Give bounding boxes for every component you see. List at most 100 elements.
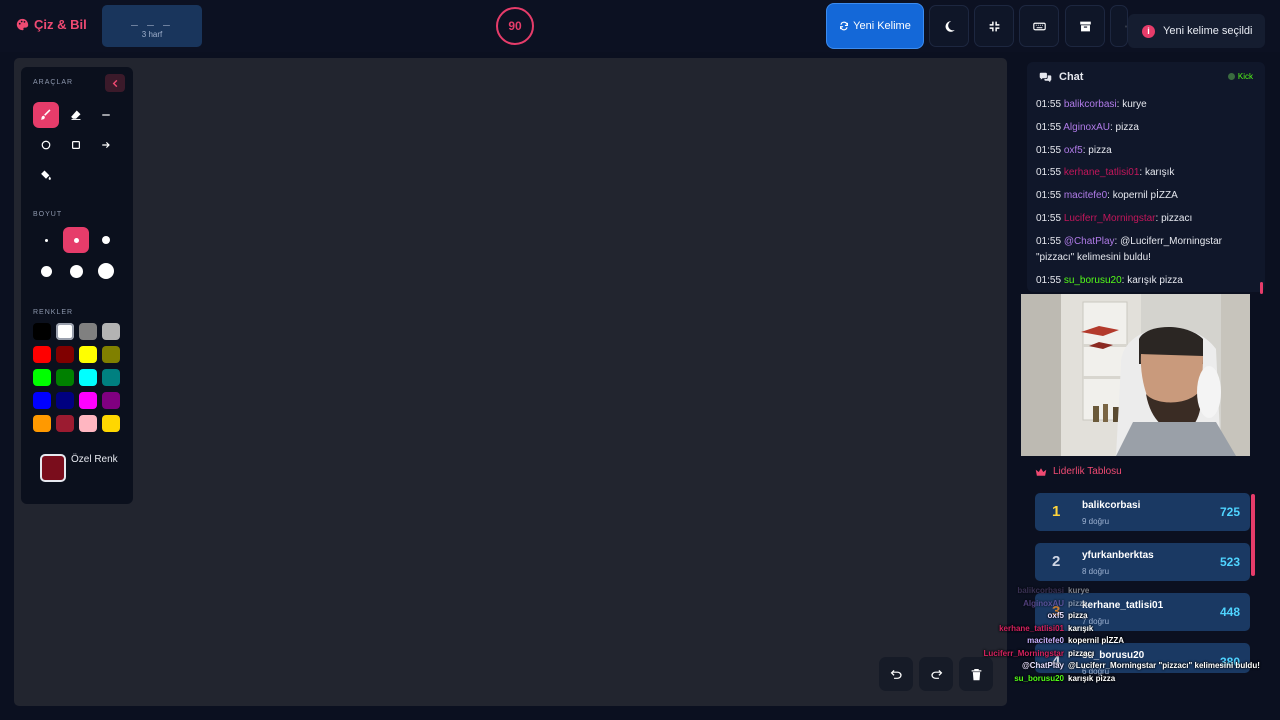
color-swatch[interactable] bbox=[102, 415, 120, 432]
platform-badge: Kick bbox=[1227, 72, 1253, 81]
brush-tool[interactable] bbox=[33, 102, 59, 128]
brush-icon bbox=[40, 109, 51, 120]
keyboard-button[interactable] bbox=[1019, 5, 1059, 47]
chat-header: Chat bbox=[1039, 71, 1083, 83]
leaderboard-name: kerhane_tatlisi01 bbox=[1082, 600, 1164, 611]
chat-messages: 01:55 balikcorbasi: kurye 01:55 AlginoxAU… bbox=[1036, 97, 1258, 292]
leaderboard-score: 725 bbox=[1219, 505, 1240, 519]
color-swatch[interactable] bbox=[79, 346, 97, 363]
app-title: Çiz & Bil bbox=[34, 17, 87, 32]
overlay-username: macitefe0 bbox=[1027, 636, 1064, 645]
line-tool[interactable] bbox=[93, 102, 119, 128]
chat-message-text: pizza bbox=[1115, 121, 1139, 133]
undo-icon bbox=[890, 669, 902, 679]
chat-message: 01:55 oxf5: pizza bbox=[1036, 143, 1258, 159]
size-dot bbox=[98, 263, 114, 279]
undo-button[interactable] bbox=[879, 657, 913, 691]
redo-icon bbox=[930, 669, 942, 679]
rectangle-tool[interactable] bbox=[63, 132, 89, 158]
brush-size-5[interactable] bbox=[63, 258, 89, 284]
color-swatch[interactable] bbox=[56, 392, 74, 409]
tool-panel: ARAÇLAR BOYUT RENKLER Özel Renk bbox=[21, 67, 133, 504]
chat-message: 01:55 balikcorbasi: kurye bbox=[1036, 97, 1258, 113]
overlay-username: AlginoxAU bbox=[1023, 598, 1064, 608]
tools-section-title: ARAÇLAR bbox=[33, 79, 74, 86]
chat-username[interactable]: Luciferr_Morningstar bbox=[1064, 213, 1156, 224]
chat-message-time: 01:55 bbox=[1036, 121, 1062, 133]
chat-username[interactable]: macitefe0 bbox=[1064, 190, 1107, 201]
chat-username[interactable]: su_borusu20 bbox=[1064, 275, 1122, 286]
chat-username[interactable]: @ChatPlay bbox=[1064, 236, 1115, 247]
color-swatch[interactable] bbox=[56, 415, 74, 432]
color-swatch[interactable] bbox=[33, 415, 51, 432]
brush-size-4[interactable] bbox=[33, 258, 59, 284]
leaderboard-rank: 2 bbox=[1052, 553, 1061, 570]
chat-message-time: 01:55 bbox=[1036, 190, 1062, 202]
word-letter-count: 3 harf bbox=[141, 30, 163, 39]
chevron-left-icon bbox=[112, 79, 117, 87]
moon-icon bbox=[945, 20, 955, 32]
arrow-tool[interactable] bbox=[93, 132, 119, 158]
brush-size-2[interactable] bbox=[63, 227, 89, 253]
chat-scrollbar[interactable] bbox=[1260, 282, 1263, 294]
chat-username[interactable]: kerhane_tatlisi01 bbox=[1064, 167, 1140, 178]
chat-message-text: karışık bbox=[1144, 167, 1175, 179]
chat-message-text: kurye bbox=[1122, 99, 1147, 110]
overlay-username: @ChatPlay bbox=[1021, 661, 1064, 670]
drawing-canvas[interactable] bbox=[14, 58, 1007, 706]
color-swatch[interactable] bbox=[33, 369, 51, 386]
info-button[interactable] bbox=[1110, 5, 1128, 47]
color-swatch[interactable] bbox=[79, 392, 97, 409]
custom-color-button[interactable] bbox=[40, 454, 66, 482]
size-dot bbox=[40, 265, 52, 277]
color-swatch[interactable] bbox=[79, 369, 97, 386]
chat-username[interactable]: oxf5 bbox=[1064, 145, 1083, 156]
leaderboard-correct-count: 9 doğru bbox=[1082, 517, 1110, 526]
arrow-right-icon bbox=[102, 141, 110, 149]
color-swatch[interactable] bbox=[56, 369, 74, 386]
circle-tool[interactable] bbox=[33, 132, 59, 158]
color-swatch[interactable] bbox=[102, 323, 120, 340]
redo-button[interactable] bbox=[919, 657, 953, 691]
color-swatch[interactable] bbox=[102, 369, 120, 386]
theme-toggle-button[interactable] bbox=[929, 5, 969, 47]
color-swatch[interactable] bbox=[56, 346, 74, 363]
size-section-title: BOYUT bbox=[33, 211, 63, 218]
color-swatch[interactable] bbox=[102, 346, 120, 363]
brush-size-3[interactable] bbox=[93, 227, 119, 253]
clear-canvas-button[interactable] bbox=[959, 657, 993, 691]
color-swatch[interactable] bbox=[33, 346, 51, 363]
chat-username[interactable]: balikcorbasi bbox=[1064, 99, 1117, 110]
comments-icon bbox=[1039, 72, 1052, 82]
collapse-panel-button[interactable] bbox=[105, 74, 125, 92]
fill-tool[interactable] bbox=[33, 162, 59, 188]
leaderboard-scrollbar[interactable] bbox=[1251, 494, 1255, 576]
new-word-button[interactable]: Yeni Kelime bbox=[826, 3, 924, 49]
chat-message-time: 01:55 bbox=[1036, 212, 1062, 224]
archive-button[interactable] bbox=[1065, 5, 1105, 47]
leaderboard-title: Liderlik Tablosu bbox=[1035, 466, 1122, 477]
notification-toast: i Yeni kelime seçildi bbox=[1128, 14, 1265, 48]
refresh-icon bbox=[840, 21, 849, 31]
palette-icon bbox=[16, 18, 29, 31]
brush-size-1[interactable] bbox=[33, 227, 59, 253]
overlay-username: su_borusu20 bbox=[1014, 673, 1064, 683]
fullscreen-button[interactable] bbox=[974, 5, 1014, 47]
overlay-username: oxf5 bbox=[1047, 611, 1064, 620]
webcam-image bbox=[1021, 294, 1250, 456]
color-swatch[interactable] bbox=[79, 415, 97, 432]
leaderboard-score: 448 bbox=[1219, 605, 1240, 619]
chat-message-time: 01:55 bbox=[1036, 235, 1062, 247]
chat-username[interactable]: AlginoxAU bbox=[1063, 122, 1110, 133]
color-swatch[interactable] bbox=[102, 392, 120, 409]
chat-message-time: 01:55 bbox=[1036, 167, 1062, 179]
color-swatch[interactable] bbox=[33, 392, 51, 409]
color-swatch[interactable] bbox=[56, 323, 74, 340]
color-swatch[interactable] bbox=[79, 323, 97, 340]
custom-color-label: Özel Renk bbox=[71, 454, 118, 465]
brush-size-6[interactable] bbox=[93, 258, 119, 284]
chat-message-text: kopernil pİZZA bbox=[1112, 190, 1178, 202]
color-swatch[interactable] bbox=[33, 323, 51, 340]
eraser-tool[interactable] bbox=[63, 102, 89, 128]
chat-message-time: 01:55 bbox=[1036, 144, 1062, 156]
